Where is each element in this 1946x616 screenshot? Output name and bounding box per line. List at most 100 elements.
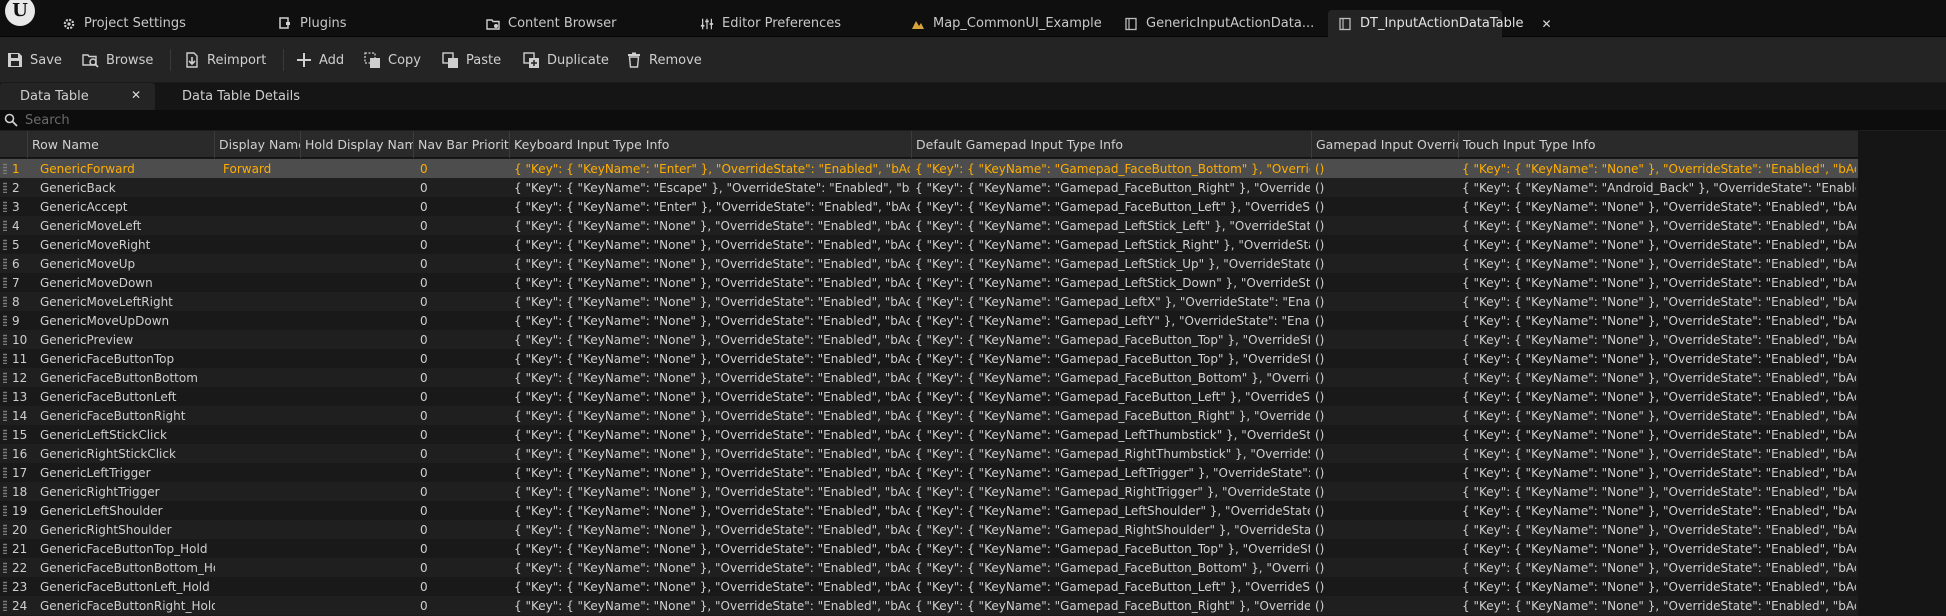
gamepad-input-cell[interactable]: { "Key": { "KeyName": "Gamepad_FaceButto… xyxy=(915,539,1310,558)
keyboard-input-cell[interactable]: { "Key": { "KeyName": "None" }, "Overrid… xyxy=(514,387,910,406)
row-number[interactable]: 5 xyxy=(12,235,28,254)
hold-display-name-cell[interactable] xyxy=(301,520,414,539)
display-name-cell[interactable] xyxy=(223,444,301,463)
tab-map-commonui-example[interactable]: Map_CommonUI_Example xyxy=(911,10,1102,37)
nav-bar-priority-cell[interactable]: 0 xyxy=(420,368,510,387)
display-name-cell[interactable] xyxy=(223,406,301,425)
add-row-button[interactable]: Add xyxy=(295,48,344,72)
touch-input-cell[interactable]: { "Key": { "KeyName": "None" }, "Overrid… xyxy=(1462,501,1856,520)
nav-bar-priority-cell[interactable]: 0 xyxy=(420,425,510,444)
hold-display-name-cell[interactable] xyxy=(301,159,414,178)
table-row[interactable]: 24 GenericFaceButtonRight_Hold 0{ "Key": {… xyxy=(0,596,1858,615)
column-header-keyboard-input[interactable]: Keyboard Input Type Info xyxy=(510,131,912,158)
gamepad-overrides-cell[interactable]: () xyxy=(1315,178,1457,197)
row-number[interactable]: 2 xyxy=(12,178,28,197)
table-row[interactable]: 8 GenericMoveLeftRight 0{ "Key": { "KeyNam… xyxy=(0,292,1858,311)
keyboard-input-cell[interactable]: { "Key": { "KeyName": "None" }, "Overrid… xyxy=(514,596,910,615)
drag-handle-icon[interactable] xyxy=(3,486,7,497)
drag-handle-icon[interactable] xyxy=(3,334,7,345)
hold-display-name-cell[interactable] xyxy=(301,406,414,425)
remove-button[interactable]: Remove xyxy=(625,48,702,72)
hold-display-name-cell[interactable] xyxy=(301,463,414,482)
table-row[interactable]: 7 GenericMoveDown 0{ "Key": { "KeyName": "… xyxy=(0,273,1858,292)
nav-bar-priority-cell[interactable]: 0 xyxy=(420,292,510,311)
column-header-nav-bar-priority[interactable]: Nav Bar Priority xyxy=(414,131,510,158)
touch-input-cell[interactable]: { "Key": { "KeyName": "None" }, "Overrid… xyxy=(1462,558,1856,577)
nav-bar-priority-cell[interactable]: 0 xyxy=(420,444,510,463)
drag-handle-icon[interactable] xyxy=(3,600,7,611)
duplicate-button[interactable]: Duplicate xyxy=(523,48,609,72)
gamepad-input-cell[interactable]: { "Key": { "KeyName": "Gamepad_FaceButto… xyxy=(915,349,1310,368)
keyboard-input-cell[interactable]: { "Key": { "KeyName": "None" }, "Overrid… xyxy=(514,349,910,368)
keyboard-input-cell[interactable]: { "Key": { "KeyName": "None" }, "Overrid… xyxy=(514,254,910,273)
row-name-cell[interactable]: GenericFaceButtonTop_Hold xyxy=(40,539,215,558)
display-name-cell[interactable] xyxy=(223,311,301,330)
row-number[interactable]: 22 xyxy=(12,558,28,577)
hold-display-name-cell[interactable] xyxy=(301,444,414,463)
gamepad-overrides-cell[interactable]: () xyxy=(1315,311,1457,330)
touch-input-cell[interactable]: { "Key": { "KeyName": "None" }, "Overrid… xyxy=(1462,463,1856,482)
table-row[interactable]: 22 GenericFaceButtonBottom_Hol 0{ "Key": {… xyxy=(0,558,1858,577)
save-button[interactable]: Save xyxy=(6,48,62,72)
gamepad-overrides-cell[interactable]: () xyxy=(1315,482,1457,501)
hold-display-name-cell[interactable] xyxy=(301,311,414,330)
table-row[interactable]: 19 GenericLeftShoulder 0{ "Key": { "KeyNam… xyxy=(0,501,1858,520)
hold-display-name-cell[interactable] xyxy=(301,197,414,216)
row-name-cell[interactable]: GenericMoveLeft xyxy=(40,216,215,235)
touch-input-cell[interactable]: { "Key": { "KeyName": "None" }, "Overrid… xyxy=(1462,577,1856,596)
hold-display-name-cell[interactable] xyxy=(301,387,414,406)
keyboard-input-cell[interactable]: { "Key": { "KeyName": "None" }, "Overrid… xyxy=(514,520,910,539)
table-row[interactable]: 16 GenericRightStickClick 0{ "Key": { "Key… xyxy=(0,444,1858,463)
keyboard-input-cell[interactable]: { "Key": { "KeyName": "None" }, "Overrid… xyxy=(514,577,910,596)
gamepad-input-cell[interactable]: { "Key": { "KeyName": "Gamepad_FaceButto… xyxy=(915,577,1310,596)
nav-bar-priority-cell[interactable]: 0 xyxy=(420,520,510,539)
drag-handle-icon[interactable] xyxy=(3,429,7,440)
drag-handle-icon[interactable] xyxy=(3,543,7,554)
touch-input-cell[interactable]: { "Key": { "KeyName": "None" }, "Overrid… xyxy=(1462,444,1856,463)
display-name-cell[interactable] xyxy=(223,349,301,368)
table-row[interactable]: 6 GenericMoveUp 0{ "Key": { "KeyName": "No… xyxy=(0,254,1858,273)
drag-handle-icon[interactable] xyxy=(3,163,7,174)
keyboard-input-cell[interactable]: { "Key": { "KeyName": "None" }, "Overrid… xyxy=(514,482,910,501)
tab-data-table-details[interactable]: Data Table Details xyxy=(182,83,300,110)
gamepad-input-cell[interactable]: { "Key": { "KeyName": "Gamepad_LeftX" },… xyxy=(915,292,1310,311)
gamepad-overrides-cell[interactable]: () xyxy=(1315,159,1457,178)
row-name-cell[interactable]: GenericMoveUp xyxy=(40,254,215,273)
gamepad-input-cell[interactable]: { "Key": { "KeyName": "Gamepad_RightTrig… xyxy=(915,482,1310,501)
row-number[interactable]: 14 xyxy=(12,406,28,425)
gamepad-input-cell[interactable]: { "Key": { "KeyName": "Gamepad_FaceButto… xyxy=(915,197,1310,216)
drag-handle-icon[interactable] xyxy=(3,353,7,364)
gamepad-overrides-cell[interactable]: () xyxy=(1315,444,1457,463)
gamepad-overrides-cell[interactable]: () xyxy=(1315,387,1457,406)
close-tab-icon[interactable]: ✕ xyxy=(1541,17,1551,31)
gamepad-input-cell[interactable]: { "Key": { "KeyName": "Gamepad_LeftStick… xyxy=(915,235,1310,254)
drag-handle-icon[interactable] xyxy=(3,201,7,212)
drag-handle-icon[interactable] xyxy=(3,296,7,307)
touch-input-cell[interactable]: { "Key": { "KeyName": "None" }, "Overrid… xyxy=(1462,159,1856,178)
gamepad-overrides-cell[interactable]: () xyxy=(1315,406,1457,425)
row-name-cell[interactable]: GenericRightTrigger xyxy=(40,482,215,501)
hold-display-name-cell[interactable] xyxy=(301,235,414,254)
gamepad-input-cell[interactable]: { "Key": { "KeyName": "Gamepad_LeftStick… xyxy=(915,273,1310,292)
row-name-cell[interactable]: GenericFaceButtonBottom xyxy=(40,368,215,387)
gamepad-overrides-cell[interactable]: () xyxy=(1315,463,1457,482)
touch-input-cell[interactable]: { "Key": { "KeyName": "Android_Back" }, … xyxy=(1462,178,1856,197)
close-tab-icon[interactable]: ✕ xyxy=(131,88,141,102)
display-name-cell[interactable] xyxy=(223,368,301,387)
nav-bar-priority-cell[interactable]: 0 xyxy=(420,273,510,292)
nav-bar-priority-cell[interactable]: 0 xyxy=(420,482,510,501)
gamepad-overrides-cell[interactable]: () xyxy=(1315,539,1457,558)
row-number[interactable]: 10 xyxy=(12,330,28,349)
hold-display-name-cell[interactable] xyxy=(301,539,414,558)
table-row[interactable]: 5 GenericMoveRight 0{ "Key": { "KeyName": … xyxy=(0,235,1858,254)
table-row[interactable]: 21 GenericFaceButtonTop_Hold 0{ "Key": { "… xyxy=(0,539,1858,558)
row-name-cell[interactable]: GenericMoveUpDown xyxy=(40,311,215,330)
touch-input-cell[interactable]: { "Key": { "KeyName": "None" }, "Overrid… xyxy=(1462,254,1856,273)
table-row[interactable]: 17 GenericLeftTrigger 0{ "Key": { "KeyName… xyxy=(0,463,1858,482)
hold-display-name-cell[interactable] xyxy=(301,425,414,444)
gamepad-overrides-cell[interactable]: () xyxy=(1315,368,1457,387)
hold-display-name-cell[interactable] xyxy=(301,482,414,501)
display-name-cell[interactable] xyxy=(223,292,301,311)
touch-input-cell[interactable]: { "Key": { "KeyName": "None" }, "Overrid… xyxy=(1462,311,1856,330)
row-number[interactable]: 18 xyxy=(12,482,28,501)
